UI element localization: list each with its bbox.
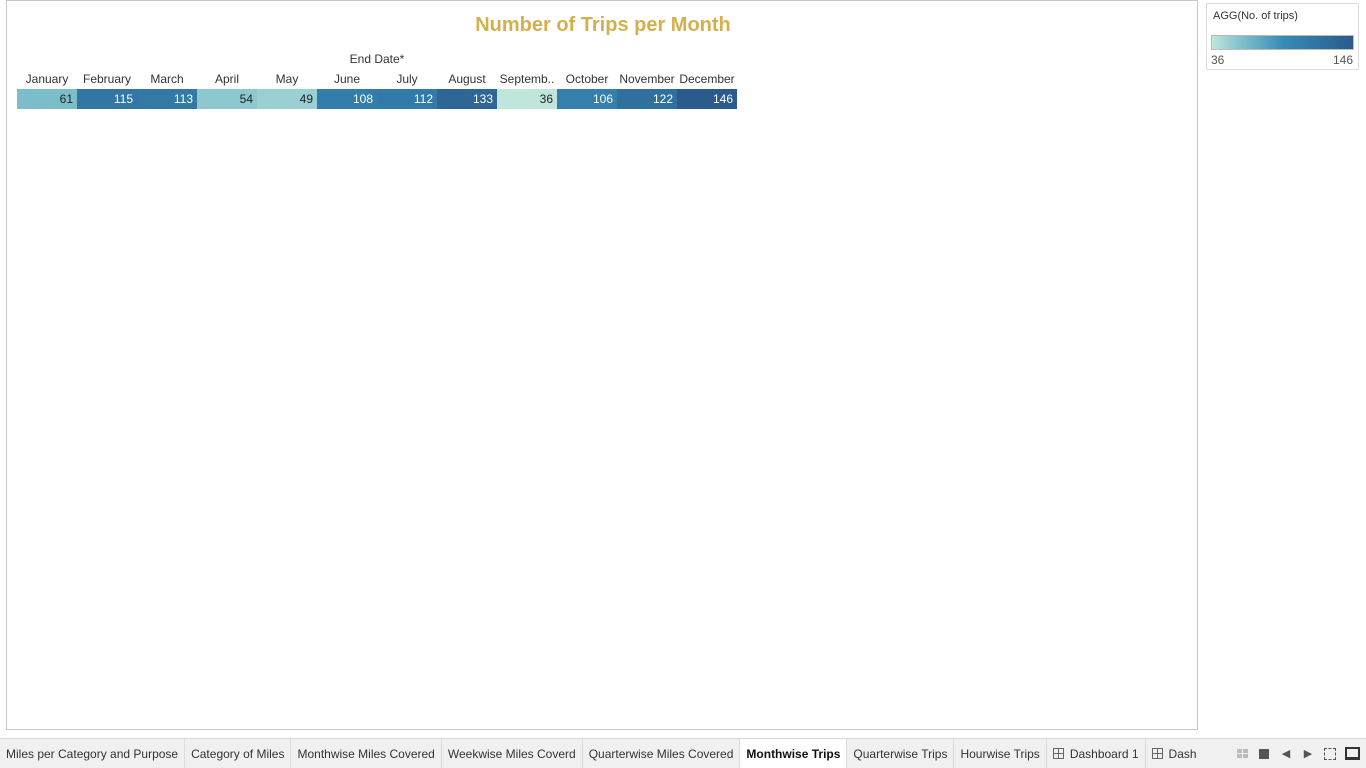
legend-max-label: 146 [1332,53,1353,67]
heatmap-cell[interactable]: 54 [197,89,257,109]
color-legend[interactable]: AGG(No. of trips) 36 146 [1206,3,1359,70]
tab-monthwise-trips[interactable]: Monthwise Trips [740,739,848,768]
heatmap-cell[interactable]: 112 [377,89,437,109]
tab-label: Quarterwise Trips [853,746,948,761]
tab-label: Miles per Category and Purpose [6,746,179,761]
month-label: December [679,72,735,86]
show-tabs-icon[interactable] [1254,744,1274,764]
tab-monthwise-miles-covered[interactable]: Monthwise Miles Covered [291,739,442,768]
heatmap-cell[interactable]: 61 [17,89,77,109]
heatmap-cell[interactable]: 133 [437,89,497,109]
heatmap-cell[interactable]: 122 [617,89,677,109]
month-label: August [448,72,486,86]
dashboard-icon [1151,748,1163,759]
month-label: Septemb.. [499,72,555,86]
heatmap-row: 61 115 113 54 49 108 112 133 36 106 122 146 [17,89,737,109]
legend-title: AGG(No. of trips) [1213,10,1298,22]
month-label: October [565,72,609,86]
tab-label: Quarterwise Miles Covered [588,746,734,761]
tab-bar-controls: ◀ ▶ [1228,739,1366,768]
presentation-mode-icon[interactable] [1342,744,1362,764]
tab-dash[interactable]: Dash [1146,739,1208,768]
month-label: January [25,72,69,86]
tab-quarterwise-miles-covered[interactable]: Quarterwise Miles Covered [583,739,741,768]
tab-weekwise-miles-coverd[interactable]: Weekwise Miles Coverd [442,739,583,768]
fit-screen-icon[interactable] [1320,744,1340,764]
previous-sheet-icon[interactable]: ◀ [1276,744,1296,764]
heatmap-cell[interactable]: 106 [557,89,617,109]
tab-label: Monthwise Miles Covered [297,746,435,761]
sheet-tabs: Miles per Category and Purpose Category o… [0,739,1228,768]
heatmap-cell[interactable]: 146 [677,89,737,109]
tab-label: Monthwise Trips [746,746,841,761]
month-label: July [396,72,418,86]
tab-label: Weekwise Miles Coverd [447,746,576,761]
month-label: March [150,72,184,86]
tableau-workbook: Number of Trips per Month End Date* Janu… [0,0,1366,768]
heatmap-cell[interactable]: 36 [497,89,557,109]
tab-dashboard-1[interactable]: Dashboard 1 [1047,739,1146,768]
month-label: April [214,72,239,86]
tab-miles-per-category-and-purpose[interactable]: Miles per Category and Purpose [0,739,186,768]
next-sheet-icon[interactable]: ▶ [1298,744,1318,764]
tab-label: Dash [1168,746,1197,761]
heatmap-cell[interactable]: 113 [137,89,197,109]
month-label: May [275,72,299,86]
tab-label: Dashboard 1 [1069,746,1139,761]
month-header-row: January February March April May June July Augu… [17,72,737,88]
heatmap-cell[interactable]: 115 [77,89,137,109]
legend-min-label: 36 [1211,53,1225,67]
month-label: February [82,72,132,86]
worksheet-area: Number of Trips per Month End Date* Janu… [6,0,1198,730]
tab-label: Hourwise Trips [960,746,1040,761]
column-axis-title: End Date* [349,52,405,66]
tab-quarterwise-trips[interactable]: Quarterwise Trips [847,739,955,768]
heatmap-cell[interactable]: 108 [317,89,377,109]
heatmap-cell[interactable]: 49 [257,89,317,109]
legend-color-ramp [1211,35,1354,50]
sheet-title: Number of Trips per Month [475,14,731,36]
show-filmstrip-icon[interactable] [1232,744,1252,764]
month-label: June [333,72,361,86]
month-label: November [619,72,675,86]
dashboard-icon [1052,748,1064,759]
tab-label: Category of Miles [191,746,285,761]
sheet-tab-bar: Miles per Category and Purpose Category o… [0,738,1366,768]
tab-hourwise-trips[interactable]: Hourwise Trips [954,739,1047,768]
tab-category-of-miles[interactable]: Category of Miles [185,739,292,768]
